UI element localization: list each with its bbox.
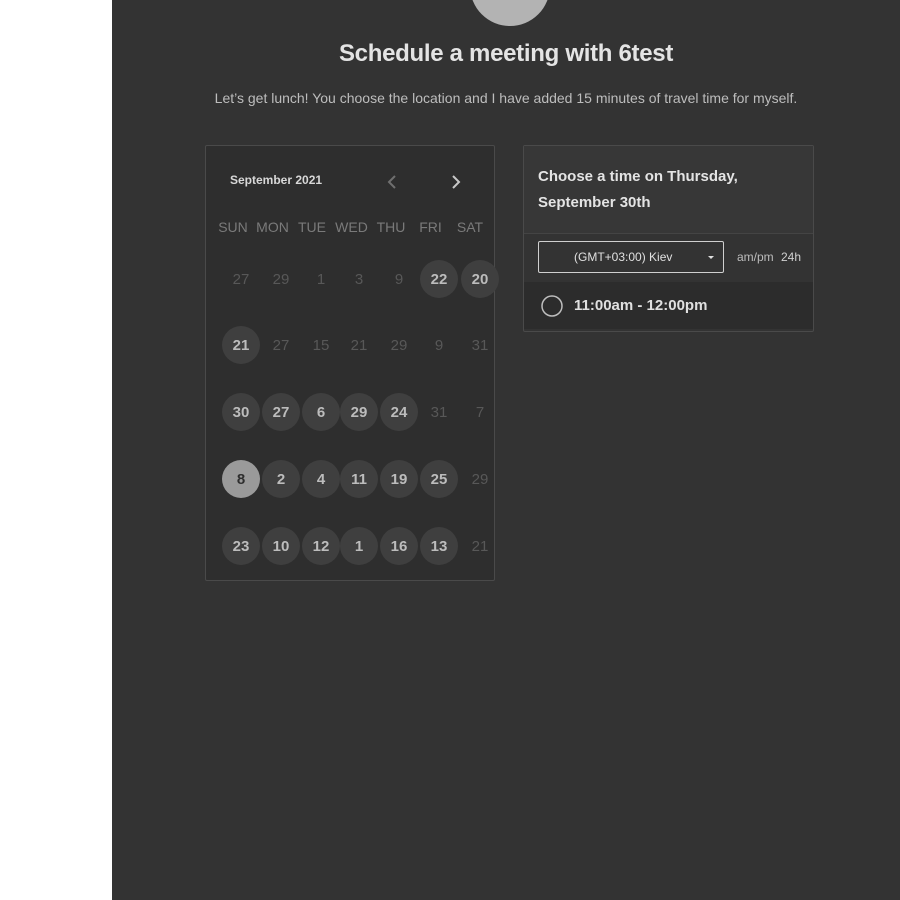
calendar-day[interactable]: 19 — [380, 460, 418, 498]
calendar-day[interactable]: 27 — [262, 393, 300, 431]
calendar-day: 1 — [316, 270, 326, 288]
calendar-day[interactable]: 22 — [420, 260, 458, 298]
calendar-day: 9 — [394, 270, 404, 288]
calendar-day[interactable]: 24 — [380, 393, 418, 431]
calendar-day-selected[interactable]: 8 — [222, 460, 260, 498]
timezone-label: (GMT+03:00) Kiev — [574, 250, 673, 264]
calendar-day[interactable]: 23 — [222, 527, 260, 565]
calendar-day[interactable]: 1 — [340, 527, 378, 565]
format-ampm-toggle[interactable]: am/pm — [737, 250, 774, 264]
time-slot-label: 11:00am - 12:00pm — [574, 297, 708, 314]
calendar-day: 27 — [232, 270, 250, 288]
calendar-day: 15 — [312, 336, 330, 354]
time-picker: Choose a time on Thursday, September 30t… — [523, 145, 814, 332]
calendar-day[interactable]: 21 — [222, 326, 260, 364]
time-slot[interactable]: 11:00am - 12:00pm — [524, 282, 813, 329]
timezone-select[interactable]: (GMT+03:00) Kiev — [538, 241, 724, 273]
calendar-grid: 27 29 1 3 9 22 20 21 27 15 21 29 9 31 30 27 6 29 24 31 7 8 2 4 1… — [206, 146, 499, 582]
calendar-day: 29 — [390, 336, 408, 354]
calendar-day: 21 — [350, 336, 368, 354]
calendar-day[interactable]: 11 — [340, 460, 378, 498]
time-picker-header: Choose a time on Thursday, September 30t… — [524, 146, 813, 234]
calendar-day[interactable]: 20 — [461, 260, 499, 298]
calendar-day: 29 — [471, 470, 489, 488]
calendar-day[interactable]: 10 — [262, 527, 300, 565]
calendar: September 2021 SUN MON TUE WED THU FRI SAT 27 2… — [205, 145, 499, 582]
calendar-day: 7 — [475, 403, 485, 421]
calendar-day: 9 — [434, 336, 444, 354]
format-24h-toggle[interactable]: 24h — [781, 250, 801, 264]
calendar-day: 31 — [430, 403, 448, 421]
time-picker-heading: Choose a time on Thursday, September 30t… — [538, 168, 738, 211]
calendar-day[interactable]: 12 — [302, 527, 340, 565]
page-description: Let’s get lunch! You choose the location… — [214, 90, 798, 106]
calendar-day[interactable]: 4 — [302, 460, 340, 498]
radio-icon[interactable] — [541, 295, 563, 317]
calendar-day[interactable]: 29 — [340, 393, 378, 431]
calendar-day[interactable]: 30 — [222, 393, 260, 431]
calendar-day[interactable]: 2 — [262, 460, 300, 498]
calendar-day[interactable]: 6 — [302, 393, 340, 431]
caret-down-icon — [708, 256, 714, 259]
calendar-day: 31 — [471, 336, 489, 354]
calendar-day: 21 — [471, 537, 489, 555]
calendar-day: 29 — [272, 270, 290, 288]
calendar-day[interactable]: 16 — [380, 527, 418, 565]
page-title: Schedule a meeting with 6test — [338, 40, 674, 67]
calendar-day: 3 — [354, 270, 364, 288]
calendar-day: 27 — [272, 336, 290, 354]
calendar-day[interactable]: 13 — [420, 527, 458, 565]
calendar-day[interactable]: 25 — [420, 460, 458, 498]
